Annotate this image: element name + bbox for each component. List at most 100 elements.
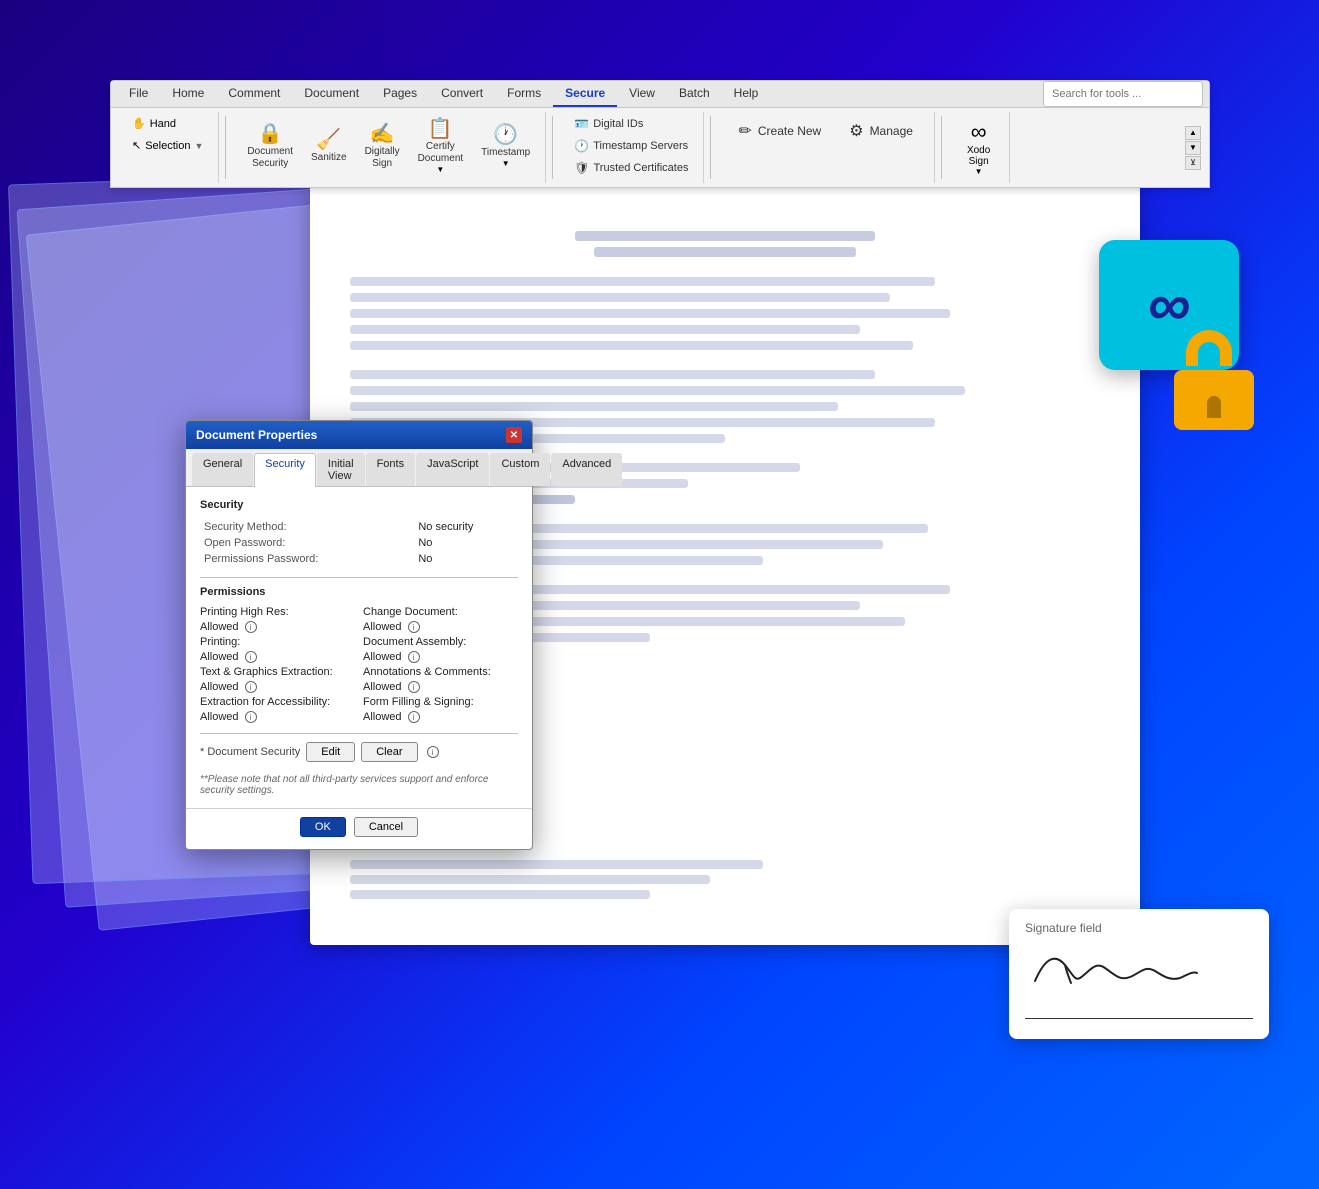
dialog-titlebar: Document Properties ✕ (186, 421, 532, 449)
tab-secure[interactable]: Secure (553, 81, 617, 107)
clear-button[interactable]: Clear (361, 742, 417, 762)
manage-button[interactable]: ⚙ Manage (836, 114, 926, 148)
document-assembly-value: Allowed (363, 651, 402, 663)
tab-file[interactable]: File (117, 81, 160, 107)
tab-pages[interactable]: Pages (371, 81, 429, 107)
tab-forms[interactable]: Forms (495, 81, 553, 107)
tab-convert[interactable]: Convert (429, 81, 495, 107)
selection-button[interactable]: ↖ Selection ▼ (125, 136, 210, 155)
doc-security-info-icon[interactable]: i (427, 746, 439, 758)
create-manage-section: ✏ Create New ⚙ Manage (717, 112, 934, 183)
search-input[interactable] (1043, 81, 1203, 107)
scroll-expand-button[interactable]: ⊻ (1185, 156, 1201, 170)
ok-button[interactable]: OK (300, 817, 346, 837)
tab-home[interactable]: Home (160, 81, 216, 107)
change-document-label: Change Document: (363, 606, 458, 618)
manage-label: Manage (870, 124, 913, 138)
create-new-icon: ✏ (738, 121, 751, 141)
document-assembly-row: Document Assembly: (363, 636, 518, 648)
extraction-accessibility-value-row: Allowed i (200, 711, 355, 723)
tab-batch[interactable]: Batch (667, 81, 722, 107)
hand-icon: ✋ (132, 117, 146, 130)
change-document-value-row: Allowed i (363, 621, 518, 633)
printing-high-res-value-row: Allowed i (200, 621, 355, 633)
tab-comment[interactable]: Comment (216, 81, 292, 107)
dialog-close-button[interactable]: ✕ (506, 427, 522, 443)
digitally-sign-label: DigitallySign (365, 146, 400, 170)
dialog-tab-initial-view[interactable]: Initial View (317, 453, 365, 486)
timestamp-servers-button[interactable]: 🕐 Timestamp Servers (567, 136, 695, 156)
security-method-value: No security (414, 519, 518, 535)
certify-document-icon: 📋 (428, 119, 453, 139)
permissions-password-row: Permissions Password: No (200, 551, 518, 567)
annotations-comments-value-row: Allowed i (363, 681, 518, 693)
ribbon-tab-bar: File Home Comment Document Pages Convert… (111, 81, 1209, 108)
create-new-label: Create New (758, 124, 821, 138)
change-document-row: Change Document: (363, 606, 518, 618)
form-filling-signing-info-icon[interactable]: i (408, 711, 420, 723)
dialog-tab-custom[interactable]: Custom (490, 453, 550, 486)
extraction-accessibility-value: Allowed (200, 711, 239, 723)
ribbon-body: ✋ Hand ↖ Selection ▼ 🔒 DocumentSecurity (111, 108, 1209, 187)
tab-view[interactable]: View (617, 81, 667, 107)
timestamp-icon: 🕐 (493, 125, 518, 145)
digital-ids-buttons: 🪪 Digital IDs 🕐 Timestamp Servers 🛡 Trus… (567, 114, 695, 178)
certify-document-button[interactable]: 📋 CertifyDocument ▼ (411, 114, 471, 179)
security-info-table: Security Method: No security Open Passwo… (200, 519, 518, 567)
annotations-comments-value: Allowed (363, 681, 402, 693)
certify-dropdown-icon: ▼ (436, 165, 444, 174)
edit-button[interactable]: Edit (306, 742, 355, 762)
divider-3 (710, 116, 711, 179)
form-filling-signing-label: Form Filling & Signing: (363, 696, 474, 708)
dialog-tab-general[interactable]: General (192, 453, 253, 486)
timestamp-label: Timestamp (481, 147, 530, 159)
document-security-label: DocumentSecurity (247, 146, 293, 170)
scroll-up-button[interactable]: ▲ (1185, 126, 1201, 140)
document-assembly-info-icon[interactable]: i (408, 651, 420, 663)
trusted-certificates-button[interactable]: 🛡 Trusted Certificates (567, 158, 695, 178)
hand-button[interactable]: ✋ Hand (125, 114, 210, 133)
open-password-value: No (414, 535, 518, 551)
scroll-down-button[interactable]: ▼ (1185, 141, 1201, 155)
lock-body (1174, 370, 1254, 430)
dialog-tab-security[interactable]: Security (254, 453, 316, 487)
hand-selection-section: ✋ Hand ↖ Selection ▼ (117, 112, 219, 183)
printing-high-res-label: Printing High Res: (200, 606, 289, 618)
dialog-separator-1 (200, 577, 518, 578)
xodo-sign-icon: ∞ (971, 119, 987, 145)
ribbon-scroll-controls: ▲ ▼ ⊻ (1183, 112, 1203, 183)
document-security-button[interactable]: 🔒 DocumentSecurity (240, 119, 300, 175)
selection-label: Selection (145, 140, 190, 152)
sanitize-icon: 🧹 (316, 130, 341, 150)
hand-label: Hand (150, 118, 176, 130)
digitally-sign-icon: ✍ (370, 124, 395, 144)
digitally-sign-button[interactable]: ✍ DigitallySign (358, 119, 407, 175)
printing-high-res-info-icon[interactable]: i (245, 621, 257, 633)
tab-document[interactable]: Document (292, 81, 371, 107)
digital-ids-button[interactable]: 🪪 Digital IDs (567, 114, 695, 134)
signature-field-label: Signature field (1025, 921, 1253, 935)
annotations-comments-row: Annotations & Comments: (363, 666, 518, 678)
create-new-button[interactable]: ✏ Create New (725, 114, 834, 148)
document-properties-dialog: Document Properties ✕ General Security I… (185, 420, 533, 850)
permissions-grid: Printing High Res: Change Document: Allo… (200, 606, 518, 723)
printing-info-icon[interactable]: i (245, 651, 257, 663)
sanitize-label: Sanitize (311, 152, 347, 164)
change-document-info-icon[interactable]: i (408, 621, 420, 633)
sanitize-button[interactable]: 🧹 Sanitize (304, 125, 354, 169)
xodo-sign-button[interactable]: ∞ XodoSign ▼ (956, 114, 1001, 181)
annotations-comments-info-icon[interactable]: i (408, 681, 420, 693)
printing-high-res-row: Printing High Res: (200, 606, 355, 618)
dialog-separator-2 (200, 733, 518, 734)
dialog-tab-advanced[interactable]: Advanced (551, 453, 622, 486)
tab-help[interactable]: Help (722, 81, 771, 107)
dialog-tab-fonts[interactable]: Fonts (366, 453, 416, 486)
cursor-icon: ↖ (132, 139, 141, 152)
signature-image (1025, 943, 1205, 993)
printing-row: Printing: (200, 636, 355, 648)
cancel-button[interactable]: Cancel (354, 817, 418, 837)
extraction-accessibility-info-icon[interactable]: i (245, 711, 257, 723)
text-graphics-info-icon[interactable]: i (245, 681, 257, 693)
dialog-tab-javascript[interactable]: JavaScript (416, 453, 489, 486)
timestamp-button[interactable]: 🕐 Timestamp ▼ (474, 120, 537, 173)
